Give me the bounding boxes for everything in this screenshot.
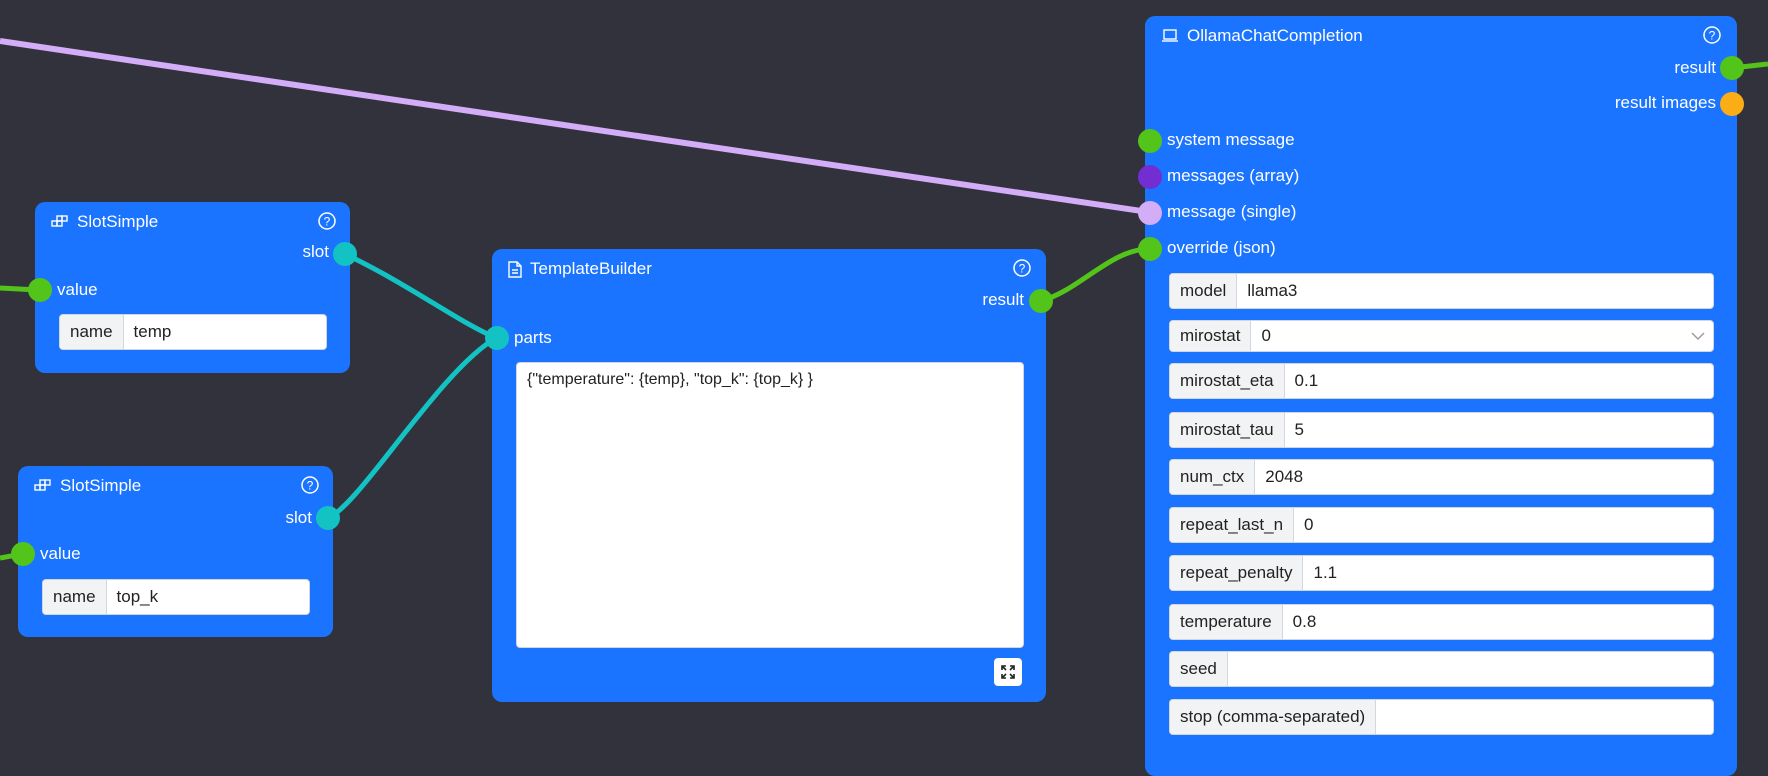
- field-label: name: [60, 315, 124, 349]
- slot-simple-node-1[interactable]: SlotSimple ? slot value name temp: [28, 202, 357, 373]
- output-slot-port[interactable]: [316, 506, 340, 530]
- ollama-chat-completion-node[interactable]: OllamaChatCompletion ? result result ima…: [1138, 16, 1744, 776]
- param-input[interactable]: [1228, 652, 1713, 686]
- param-mirostat[interactable]: mirostat 0: [1169, 320, 1714, 352]
- node-title-text: OllamaChatCompletion: [1187, 26, 1363, 45]
- node-title: SlotSimple: [51, 211, 158, 233]
- output-result-port[interactable]: [1029, 289, 1053, 313]
- node-title: OllamaChatCompletion: [1161, 25, 1363, 47]
- name-field[interactable]: name top_k: [42, 579, 310, 615]
- node-title-text: SlotSimple: [77, 212, 159, 231]
- param-model[interactable]: model llama3: [1169, 273, 1714, 309]
- param-input[interactable]: 5: [1285, 413, 1713, 447]
- input-message-single-label: message (single): [1167, 202, 1297, 221]
- help-icon[interactable]: ?: [317, 211, 337, 231]
- output-result-images-port[interactable]: [1720, 92, 1744, 116]
- param-label: stop (comma-separated): [1170, 700, 1377, 734]
- node-title: SlotSimple: [34, 475, 141, 497]
- param-label: model: [1170, 274, 1238, 308]
- param-input[interactable]: 0.1: [1285, 364, 1713, 398]
- input-value-label: value: [57, 280, 98, 299]
- param-input[interactable]: llama3: [1237, 274, 1713, 308]
- param-seed[interactable]: seed: [1169, 651, 1714, 687]
- param-input[interactable]: 2048: [1255, 460, 1713, 494]
- help-icon[interactable]: ?: [1702, 25, 1722, 45]
- output-slot-label: slot: [285, 508, 312, 527]
- param-input[interactable]: [1376, 700, 1713, 734]
- input-override-json-label: override (json): [1167, 238, 1276, 257]
- input-message-single-port[interactable]: [1138, 201, 1162, 225]
- param-label: num_ctx: [1170, 460, 1256, 494]
- document-icon: [508, 260, 522, 278]
- chevron-down-icon[interactable]: [1683, 321, 1713, 351]
- input-messages-array-port[interactable]: [1138, 165, 1162, 189]
- param-label: mirostat_eta: [1170, 364, 1285, 398]
- node-title-text: SlotSimple: [60, 476, 142, 495]
- input-messages-array-label: messages (array): [1167, 166, 1300, 185]
- node-title: TemplateBuilder: [508, 258, 652, 280]
- output-result-images-label: result images: [1614, 93, 1716, 112]
- param-repeat-penalty[interactable]: repeat_penalty 1.1: [1169, 555, 1714, 591]
- name-field[interactable]: name temp: [59, 314, 327, 350]
- output-result-port[interactable]: [1720, 56, 1744, 80]
- svg-text:?: ?: [307, 479, 314, 493]
- input-value-port[interactable]: [11, 542, 35, 566]
- output-result-label: result: [982, 290, 1024, 309]
- input-parts-port[interactable]: [485, 326, 509, 350]
- name-input[interactable]: temp: [124, 315, 326, 349]
- param-temperature[interactable]: temperature 0.8: [1169, 604, 1714, 640]
- input-override-json-port[interactable]: [1138, 237, 1162, 261]
- svg-text:?: ?: [1709, 29, 1716, 43]
- field-label: name: [43, 580, 107, 614]
- param-input[interactable]: 0: [1294, 508, 1713, 542]
- param-num-ctx[interactable]: num_ctx 2048: [1169, 459, 1714, 495]
- param-input[interactable]: 1.1: [1303, 556, 1713, 590]
- input-parts-label: parts: [514, 328, 552, 347]
- template-builder-node[interactable]: TemplateBuilder ? result parts {"tempera…: [485, 249, 1053, 702]
- output-slot-port[interactable]: [333, 242, 357, 266]
- help-icon[interactable]: ?: [1012, 258, 1032, 278]
- param-mirostat-tau[interactable]: mirostat_tau 5: [1169, 412, 1714, 448]
- param-label: repeat_penalty: [1170, 556, 1304, 590]
- param-input[interactable]: 0.8: [1283, 605, 1713, 639]
- wire-slot2-to-parts: [326, 335, 498, 521]
- param-select[interactable]: 0: [1251, 321, 1683, 351]
- input-value-port[interactable]: [28, 278, 52, 302]
- slot-simple-node-2[interactable]: SlotSimple ? slot value name top_k: [11, 466, 340, 637]
- slot-icon: [51, 215, 68, 227]
- name-input[interactable]: top_k: [107, 580, 309, 614]
- param-label: mirostat_tau: [1170, 413, 1285, 447]
- param-label: repeat_last_n: [1170, 508, 1295, 542]
- wire-message-single: [0, 38, 1149, 215]
- laptop-icon: [1162, 29, 1178, 42]
- input-system-message-label: system message: [1167, 130, 1295, 149]
- svg-text:?: ?: [1019, 262, 1026, 276]
- param-mirostat-eta[interactable]: mirostat_eta 0.1: [1169, 363, 1714, 399]
- param-stop[interactable]: stop (comma-separated): [1169, 699, 1714, 735]
- input-value-label: value: [40, 544, 81, 563]
- output-slot-label: slot: [302, 242, 329, 261]
- expand-icon: [1001, 665, 1015, 679]
- input-system-message-port[interactable]: [1138, 129, 1162, 153]
- help-icon[interactable]: ?: [300, 475, 320, 495]
- output-result-label: result: [1674, 58, 1716, 77]
- expand-button[interactable]: [994, 658, 1022, 686]
- slot-icon: [34, 479, 51, 491]
- svg-text:?: ?: [324, 215, 331, 229]
- template-textarea[interactable]: {"temperature": {temp}, "top_k": {top_k}…: [516, 362, 1024, 648]
- param-label: temperature: [1170, 605, 1283, 639]
- param-repeat-last-n[interactable]: repeat_last_n 0: [1169, 507, 1714, 543]
- wire-slot1-to-parts: [343, 251, 498, 341]
- param-label: mirostat: [1170, 321, 1252, 351]
- param-label: seed: [1170, 652, 1228, 686]
- node-title-text: TemplateBuilder: [530, 259, 652, 278]
- wire-template-to-override: [1040, 246, 1149, 304]
